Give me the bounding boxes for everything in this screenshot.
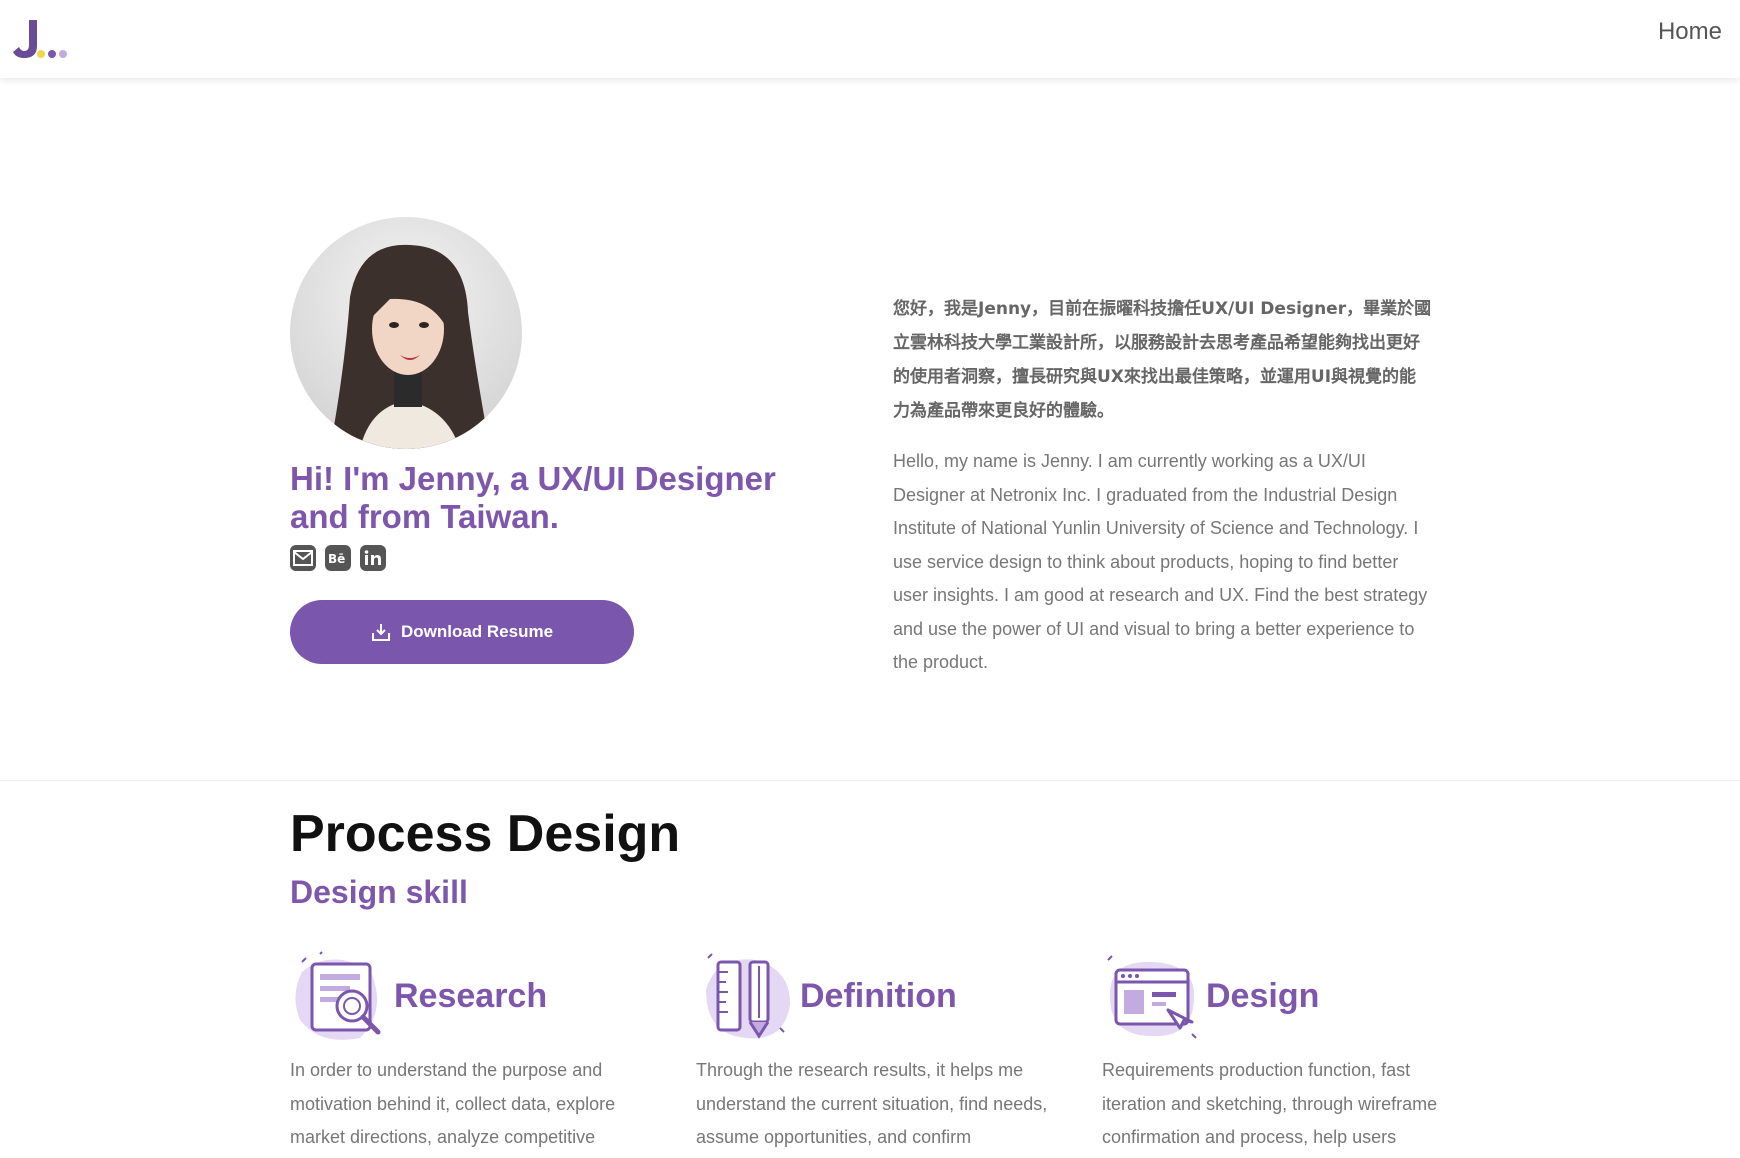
social-links: Bē <box>290 545 386 571</box>
card-desc-definition: Through the research results, it helps m… <box>696 1060 1048 1147</box>
mail-icon[interactable] <box>290 545 316 571</box>
svg-text:Bē: Bē <box>328 552 345 565</box>
card-desc-design: Requirements production function, fast i… <box>1102 1060 1438 1147</box>
linkedin-icon[interactable] <box>360 545 386 571</box>
bio-english: Hello, my name is Jenny. I am currently … <box>893 451 1428 672</box>
section-title: Process Design <box>290 805 681 863</box>
design-window-icon <box>1107 955 1197 1039</box>
avatar <box>290 217 522 449</box>
card-title-design: Design <box>1206 976 1320 1015</box>
download-resume-button[interactable]: Download Resume <box>290 600 634 664</box>
skill-card-design: Design Requirements production function,… <box>1102 950 1462 1155</box>
download-icon <box>371 624 390 641</box>
bio-chinese: 您好，我是Jenny，目前在振曜科技擔任UX/UI Designer，畢業於國立… <box>893 299 1432 421</box>
hero-title: Hi! I'm Jenny, a UX/UI Designer and from… <box>290 460 776 535</box>
card-title-definition: Definition <box>800 976 957 1015</box>
card-title-research: Research <box>394 976 548 1015</box>
download-resume-label: Download Resume <box>400 622 554 641</box>
profile-photo <box>290 217 522 449</box>
skill-card-definition: Definition Through the research results,… <box>696 950 1056 1155</box>
behance-icon[interactable]: Bē <box>325 545 351 571</box>
ruler-pencil-icon <box>706 953 791 1039</box>
logo-icon[interactable] <box>12 18 72 62</box>
nav-home-link[interactable]: Home <box>1658 18 1722 46</box>
top-navbar: Home <box>0 0 1740 78</box>
skill-card-research: Research In order to understand the purp… <box>290 950 650 1155</box>
card-desc-research: In order to understand the purpose and m… <box>290 1060 616 1147</box>
research-icon <box>295 951 381 1040</box>
section-divider <box>0 780 1740 781</box>
section-subtitle: Design skill <box>290 874 468 910</box>
